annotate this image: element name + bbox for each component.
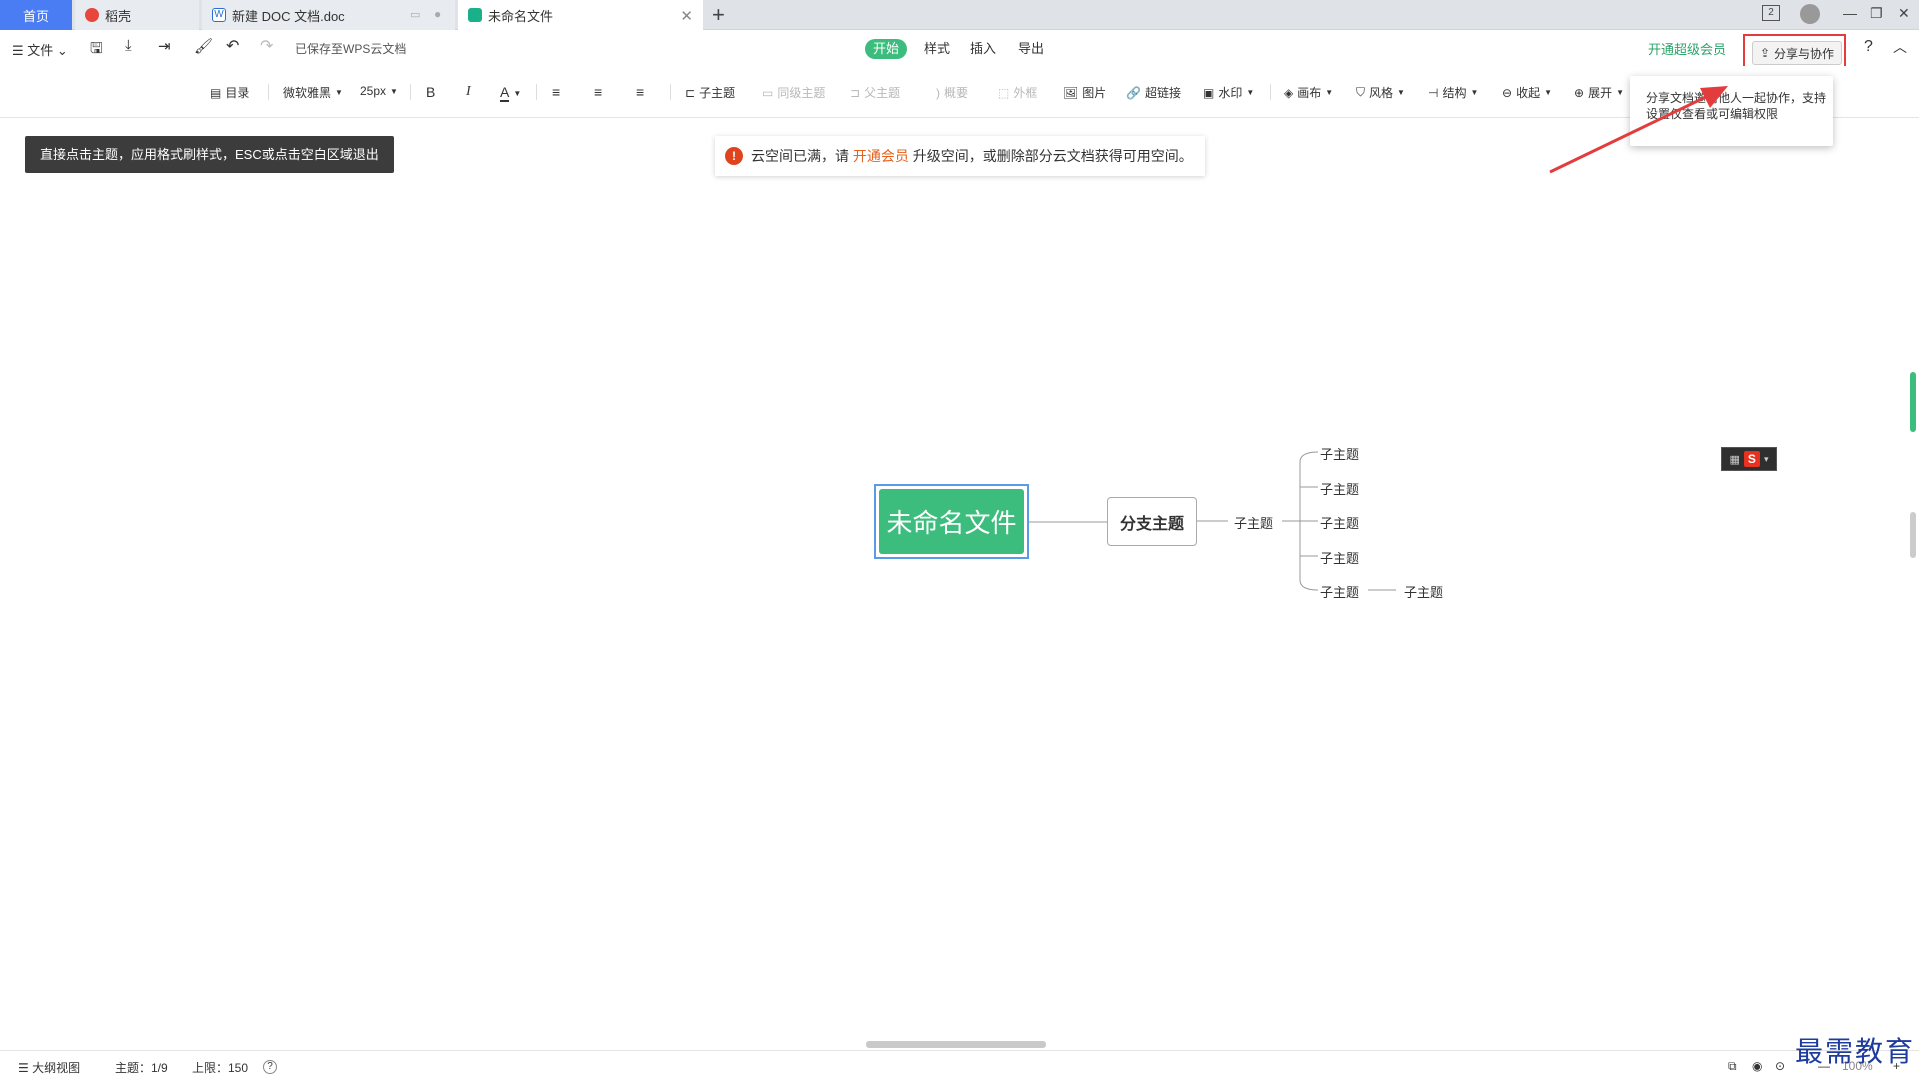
vertical-scrollbar[interactable]: [1910, 372, 1916, 432]
subtopic-level2[interactable]: 子主题: [1234, 513, 1273, 532]
outline-view-label: 大纲视图: [32, 1061, 81, 1075]
subtopic-level3[interactable]: 子主题: [1320, 479, 1359, 498]
subtopic-level3[interactable]: 子主题: [1320, 548, 1359, 567]
subtopic-level3[interactable]: 子主题: [1320, 513, 1359, 532]
status-bar: ☰ 大纲视图 主题：1/9 上限：150 ? ⧉ ◉ ⊙ — 100% +: [0, 1050, 1919, 1080]
topic-count: 主题：1/9: [115, 1061, 168, 1075]
topic-limit: 上限：150: [192, 1061, 249, 1075]
eye-icon[interactable]: ◉: [1752, 1059, 1762, 1073]
watermark-logo: 最需教育: [1795, 1035, 1916, 1068]
keyboard-icon: ▦: [1729, 453, 1740, 466]
info-icon[interactable]: ?: [263, 1060, 277, 1074]
subtopic-level4[interactable]: 子主题: [1404, 582, 1443, 601]
subtopic-level3[interactable]: 子主题: [1320, 444, 1359, 463]
sogou-icon: S: [1743, 451, 1760, 467]
root-topic-text: 未命名文件: [879, 489, 1024, 554]
chevron-down-icon: ▾: [1763, 453, 1769, 464]
outline-view-button[interactable]: ☰ 大纲视图: [18, 1059, 80, 1076]
horizontal-scrollbar[interactable]: [866, 1041, 1046, 1048]
fit-screen-icon[interactable]: ⧉: [1728, 1059, 1737, 1074]
subtopic-level3[interactable]: 子主题: [1320, 582, 1359, 601]
vertical-scrollbar-thumb[interactable]: [1910, 512, 1916, 558]
root-topic[interactable]: 未命名文件: [874, 484, 1029, 559]
branch-topic[interactable]: 分支主题: [1107, 497, 1197, 546]
locate-icon[interactable]: ⊙: [1775, 1059, 1785, 1073]
ime-toolbar[interactable]: ▦ S ▾: [1721, 447, 1777, 471]
